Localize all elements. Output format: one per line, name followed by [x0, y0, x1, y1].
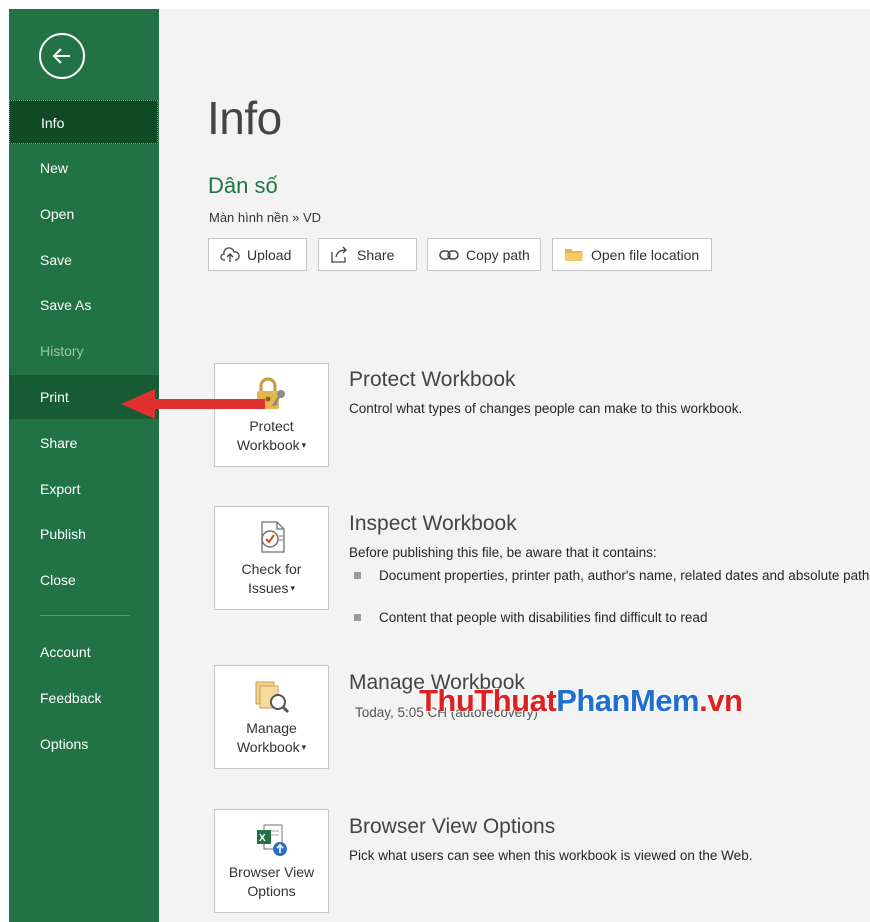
browser-description: Pick what users can see when this workbo… — [349, 848, 753, 863]
nav-options[interactable]: Options — [9, 722, 159, 766]
browser-tile-line1: Browser View — [228, 864, 315, 880]
svg-text:X: X — [259, 833, 266, 844]
nav-export[interactable]: Export — [9, 467, 159, 511]
page-title: Info — [207, 92, 282, 144]
watermark-logo: ThuThuatPhanMem.vn — [419, 683, 743, 718]
bullet-square-icon — [354, 614, 361, 621]
dropdown-caret-icon: ▾ — [290, 583, 295, 593]
share-button[interactable]: Share — [318, 238, 417, 271]
share-icon — [330, 245, 350, 265]
nav-save-as[interactable]: Save As — [9, 283, 159, 327]
inspect-tile-line1: Check for — [241, 561, 302, 577]
annotation-arrow-icon — [121, 389, 265, 419]
inspect-description: Before publishing this file, be aware th… — [349, 545, 657, 560]
bullet-square-icon — [354, 572, 361, 579]
folder-icon — [564, 245, 584, 265]
cloud-upload-icon — [220, 245, 240, 265]
inspect-tile-line2: Issues — [248, 580, 289, 596]
copy-path-button[interactable]: Copy path — [427, 238, 541, 271]
protect-title: Protect Workbook — [349, 368, 516, 391]
inspect-title: Inspect Workbook — [349, 512, 517, 535]
nav-divider — [40, 615, 130, 616]
browser-title: Browser View Options — [349, 815, 556, 838]
dropdown-caret-icon: ▾ — [301, 742, 307, 752]
dropdown-caret-icon: ▾ — [301, 440, 307, 450]
excel-web-icon: X — [254, 822, 290, 858]
nav-close[interactable]: Close — [9, 558, 159, 602]
nav-feedback[interactable]: Feedback — [9, 676, 159, 720]
document-name: Dân số — [208, 173, 278, 198]
link-icon — [439, 245, 459, 265]
upload-button[interactable]: Upload — [208, 238, 307, 271]
manage-workbook-tile[interactable]: Manage Workbook ▾ — [214, 665, 329, 769]
upload-label: Upload — [247, 246, 292, 263]
manage-tile-line1: Manage — [246, 720, 297, 736]
nav-history: History — [40, 343, 84, 359]
inspect-bullet-text: Document properties, printer path, autho… — [379, 568, 870, 583]
manage-tile-line2: Workbook — [236, 739, 300, 755]
protect-tile-line2: Workbook — [236, 437, 300, 453]
nav-publish[interactable]: Publish — [9, 512, 159, 556]
inspect-document-icon — [254, 519, 290, 555]
nav-save[interactable]: Save — [9, 238, 159, 282]
back-button[interactable] — [39, 33, 85, 79]
browser-tile-line2: Options — [247, 883, 296, 899]
backstage-sidebar: Info New Open Save Save As History Print… — [9, 9, 159, 922]
inspect-bullet-text: Content that people with disabilities fi… — [379, 610, 708, 625]
nav-new[interactable]: New — [9, 146, 159, 190]
protect-description: Control what types of changes people can… — [349, 401, 743, 416]
open-file-location-label: Open file location — [591, 246, 700, 263]
nav-share[interactable]: Share — [9, 421, 159, 465]
info-pane: Info Dân số Màn hình nền » VD Upload Sha… — [159, 9, 870, 922]
nav-account[interactable]: Account — [9, 630, 159, 674]
document-path[interactable]: Màn hình nền » VD — [209, 210, 321, 225]
inspect-bullet: Document properties, printer path, autho… — [354, 566, 870, 585]
browser-view-options-tile[interactable]: X Browser View Options — [214, 809, 329, 913]
inspect-bullet: Content that people with disabilities fi… — [354, 608, 870, 627]
manage-versions-icon — [254, 678, 290, 714]
nav-info[interactable]: Info — [9, 100, 158, 144]
copy-path-label: Copy path — [466, 246, 530, 263]
check-for-issues-tile[interactable]: Check for Issues ▾ — [214, 506, 329, 610]
back-arrow-icon — [52, 48, 70, 64]
nav-open[interactable]: Open — [9, 192, 159, 236]
share-label: Share — [357, 246, 395, 263]
open-file-location-button[interactable]: Open file location — [552, 238, 712, 271]
backstage-view: Info New Open Save Save As History Print… — [9, 9, 870, 922]
